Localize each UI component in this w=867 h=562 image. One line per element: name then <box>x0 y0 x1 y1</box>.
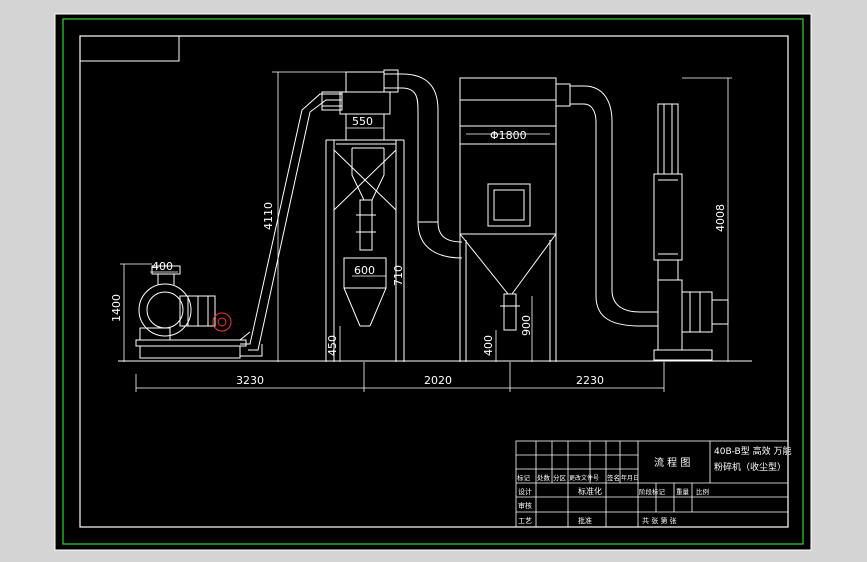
cad-viewport: 550 Φ1800 400 600 710 4110 1400 450 400 … <box>54 13 812 551</box>
dim-2020: 2020 <box>424 374 452 387</box>
dim-400-bottom: 400 <box>482 335 495 356</box>
total-sheets: 共 张 第 张 <box>642 516 677 525</box>
dim-400-top: 400 <box>152 260 173 273</box>
dim-600: 600 <box>354 264 375 277</box>
header-cell-1: 标记 <box>517 473 531 482</box>
std-label: 标准化 <box>578 486 602 496</box>
approve-label: 批准 <box>578 516 592 525</box>
dim-710: 710 <box>392 265 405 286</box>
dim-2230: 2230 <box>576 374 604 387</box>
dim-3230: 3230 <box>236 374 264 387</box>
row-process: 工艺 <box>518 517 532 525</box>
product-line1: 40B-B型 高效 万能 <box>714 445 791 457</box>
stage-weight: 重量 <box>676 488 690 496</box>
dim-1400: 1400 <box>110 294 123 322</box>
dim-900: 900 <box>520 315 533 336</box>
dim-4008: 4008 <box>714 204 727 232</box>
header-cell-5: 签名 <box>607 473 620 482</box>
dim-4110: 4110 <box>262 202 275 230</box>
header-cell-2: 处数 <box>537 473 551 482</box>
stage-scale: 比例 <box>696 487 709 496</box>
header-cell-3: 分区 <box>553 473 567 482</box>
viewport-background <box>54 13 812 551</box>
header-cell-6: 年月日 <box>621 474 639 482</box>
sheet-name: 流 程 图 <box>654 456 690 469</box>
product-line2: 粉碎机（收尘型） <box>714 461 786 473</box>
stage-mark: 阶段标记 <box>639 487 666 496</box>
dim-1800: Φ1800 <box>490 129 527 142</box>
header-cell-4: 更改文件号 <box>569 474 599 482</box>
row-review: 审核 <box>518 501 532 510</box>
row-design: 设计 <box>518 487 532 496</box>
dim-550: 550 <box>352 115 373 128</box>
dim-450: 450 <box>326 335 339 356</box>
